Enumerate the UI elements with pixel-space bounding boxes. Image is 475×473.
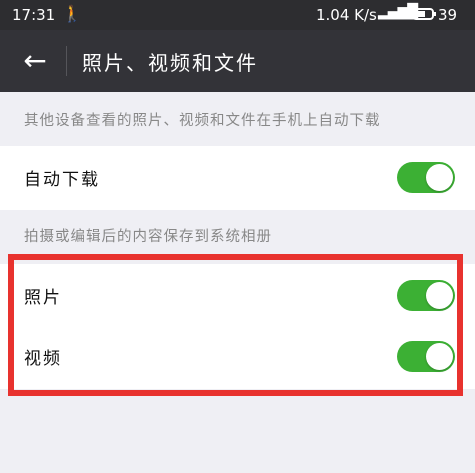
toggle-knob — [426, 343, 453, 370]
toggle-knob — [426, 282, 453, 309]
nav-divider — [66, 46, 67, 76]
status-bar: 17:31 🚶 1.04 K/s ▂▄▆█ 39 — [0, 0, 475, 30]
section-header-auto-download: 其他设备查看的照片、视频和文件在手机上自动下载 — [0, 92, 475, 140]
section-header-text: 拍摄或编辑后的内容保存到系统相册 — [24, 229, 272, 245]
network-speed: 1.04 K/s — [316, 6, 377, 24]
video-toggle[interactable] — [397, 341, 455, 372]
toggle-knob — [426, 164, 453, 191]
photo-label: 照片 — [24, 288, 62, 308]
battery-icon — [412, 8, 436, 20]
auto-download-label: 自动下载 — [24, 170, 100, 190]
auto-download-row[interactable]: 自动下载 — [0, 146, 475, 210]
status-time: 17:31 — [12, 6, 56, 24]
battery-level: 39 — [438, 6, 458, 24]
page-title: 照片、视频和文件 — [82, 51, 258, 75]
back-arrow-icon[interactable]: ← — [20, 44, 50, 78]
auto-download-toggle[interactable] — [397, 162, 455, 193]
video-label: 视频 — [24, 349, 62, 369]
section-header-save-to-album: 拍摄或编辑后的内容保存到系统相册 — [0, 208, 475, 256]
save-video-row[interactable]: 视频 — [0, 325, 475, 389]
photo-toggle[interactable] — [397, 280, 455, 311]
walking-icon: 🚶 — [62, 4, 82, 23]
section-header-text: 其他设备查看的照片、视频和文件在手机上自动下载 — [24, 113, 381, 129]
save-photo-row[interactable]: 照片 — [0, 264, 475, 328]
nav-bar: ← 照片、视频和文件 — [0, 30, 475, 92]
